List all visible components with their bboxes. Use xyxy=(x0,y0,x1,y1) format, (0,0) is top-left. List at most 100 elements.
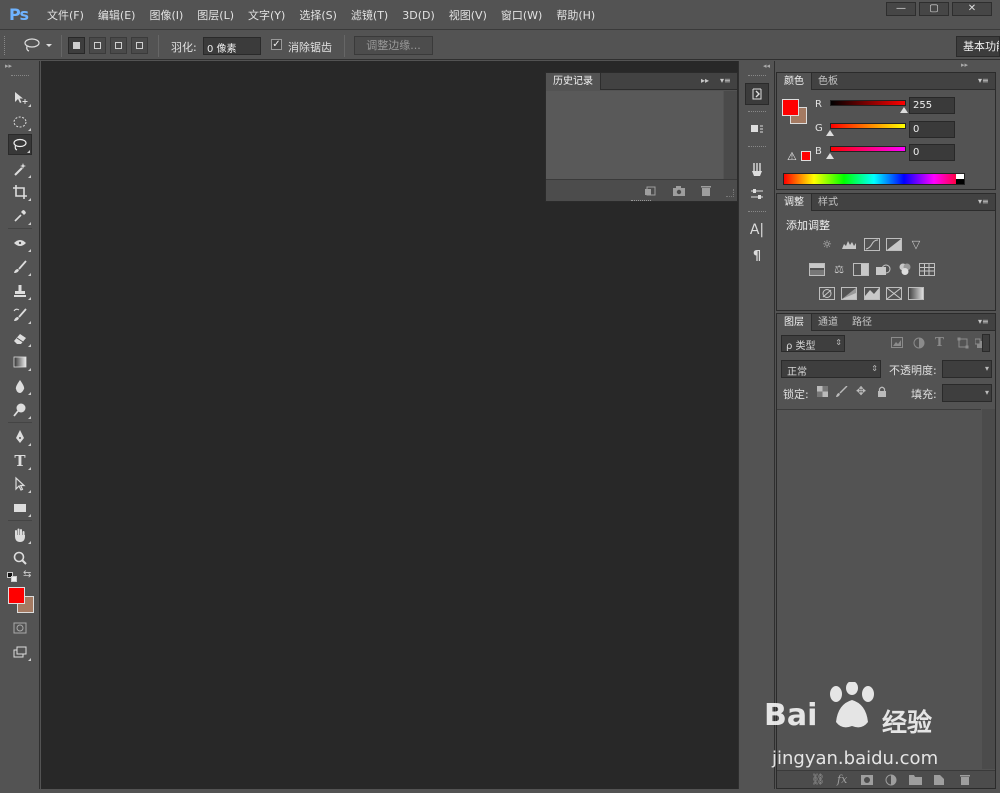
refine-edge-button[interactable]: 调整边缘... xyxy=(354,36,433,55)
levels-icon[interactable] xyxy=(841,238,857,251)
panel-foreground-color-swatch[interactable] xyxy=(782,99,799,116)
pixel-layer-filter-icon[interactable] xyxy=(891,337,903,348)
layer-filter-toggle[interactable] xyxy=(982,334,990,352)
posterize-icon[interactable] xyxy=(841,287,857,300)
screen-mode-button[interactable] xyxy=(8,641,32,662)
lock-image-pixels-icon[interactable] xyxy=(836,386,848,397)
healing-tool[interactable] xyxy=(8,232,32,253)
curves-icon[interactable] xyxy=(864,238,880,251)
color-panel-menu-icon[interactable]: ▾≡ xyxy=(978,76,989,85)
dock-brush-settings-button[interactable] xyxy=(745,183,769,205)
color-lookup-icon[interactable] xyxy=(919,263,935,276)
dropdown-arrow-icon[interactable]: ▾ xyxy=(985,388,989,397)
dock-paragraph-button[interactable]: ¶ xyxy=(745,245,769,267)
move-tool[interactable] xyxy=(8,87,32,108)
dock-character-button[interactable]: A| xyxy=(745,219,769,241)
close-button[interactable]: ✕ xyxy=(952,2,992,16)
dock-history-button[interactable] xyxy=(745,83,769,105)
toolbar-grip[interactable] xyxy=(11,75,29,77)
layers-panel-menu-icon[interactable]: ▾≡ xyxy=(978,317,989,326)
hand-tool[interactable] xyxy=(8,524,32,545)
lasso-tool[interactable] xyxy=(8,134,32,155)
vibrance-icon[interactable]: ▽ xyxy=(908,238,924,251)
blur-tool[interactable] xyxy=(8,375,32,396)
swap-colors-icon[interactable]: ⇆ xyxy=(23,569,31,580)
type-tool[interactable]: T xyxy=(8,450,32,471)
layers-scrollbar[interactable] xyxy=(982,409,995,769)
exposure-icon[interactable] xyxy=(886,238,902,251)
menu-3d[interactable]: 3D(D) xyxy=(395,9,442,22)
tab-layers[interactable]: 图层 xyxy=(777,314,812,331)
menu-view[interactable]: 视图(V) xyxy=(442,7,494,23)
history-list[interactable] xyxy=(546,91,723,179)
lock-position-icon[interactable]: ✥ xyxy=(856,384,866,398)
delete-layer-icon[interactable] xyxy=(959,774,971,786)
workspace-switcher[interactable]: 基本功能 xyxy=(956,36,1000,57)
tab-channels[interactable]: 通道 xyxy=(811,314,845,331)
color-balance-icon[interactable]: ⚖ xyxy=(831,263,847,276)
type-layer-filter-icon[interactable]: T xyxy=(935,335,944,349)
dropdown-arrow-icon[interactable]: ▾ xyxy=(985,364,989,373)
snapshot-icon[interactable] xyxy=(672,185,686,197)
shape-tool[interactable] xyxy=(8,497,32,518)
tab-history[interactable]: 历史记录 xyxy=(546,73,601,90)
foreground-color-swatch[interactable] xyxy=(8,587,25,604)
eraser-tool[interactable] xyxy=(8,327,32,348)
selective-color-icon[interactable] xyxy=(886,287,902,300)
history-bottom-grip[interactable] xyxy=(631,200,651,202)
tab-color[interactable]: 颜色 xyxy=(777,73,812,90)
adjustment-layer-icon[interactable] xyxy=(885,774,897,786)
history-collapse-icon[interactable]: ▸▸ xyxy=(701,76,709,85)
marquee-tool[interactable] xyxy=(8,111,32,132)
gamut-warning-swatch[interactable] xyxy=(801,151,811,161)
stamp-tool[interactable] xyxy=(8,280,32,301)
eyedropper-tool[interactable] xyxy=(8,205,32,226)
add-to-selection-button[interactable] xyxy=(89,37,106,54)
history-brush-tool[interactable] xyxy=(8,304,32,325)
new-layer-icon[interactable] xyxy=(933,774,945,786)
gradient-map-icon[interactable] xyxy=(908,287,924,300)
tab-paths[interactable]: 路径 xyxy=(845,314,879,331)
dodge-tool[interactable] xyxy=(8,399,32,420)
menu-edit[interactable]: 编辑(E) xyxy=(91,7,143,23)
shape-layer-filter-icon[interactable] xyxy=(957,337,969,349)
zoom-tool[interactable] xyxy=(8,547,32,568)
dock-properties-button[interactable] xyxy=(745,118,769,140)
blue-value-input[interactable]: 0 xyxy=(909,144,955,161)
photo-filter-icon[interactable] xyxy=(875,263,891,276)
toolbar-collapse-icon[interactable]: ▸▸ xyxy=(5,62,12,70)
magic-wand-tool[interactable] xyxy=(8,158,32,179)
dock-grip[interactable] xyxy=(748,75,766,76)
new-selection-button[interactable] xyxy=(68,37,85,54)
default-colors-icon[interactable] xyxy=(7,572,18,583)
history-resize-grip[interactable] xyxy=(726,189,734,197)
layer-filter-kind-select[interactable]: ρ 类型 ⇕ xyxy=(781,335,845,352)
brush-tool[interactable] xyxy=(8,256,32,277)
blue-slider-thumb[interactable] xyxy=(826,153,834,159)
pen-tool[interactable] xyxy=(8,426,32,447)
green-channel-slider[interactable] xyxy=(830,123,906,129)
options-bar-grip[interactable] xyxy=(4,36,7,55)
out-of-gamut-warning-icon[interactable]: ⚠ xyxy=(787,150,797,163)
antialias-checkbox[interactable]: ✓ xyxy=(271,39,282,50)
lock-all-icon[interactable] xyxy=(877,386,887,398)
tab-styles[interactable]: 样式 xyxy=(811,194,845,211)
minimize-button[interactable]: — xyxy=(886,2,916,16)
menu-select[interactable]: 选择(S) xyxy=(292,7,344,23)
trash-icon[interactable] xyxy=(700,185,712,197)
menu-image[interactable]: 图像(I) xyxy=(142,7,190,23)
blue-channel-slider[interactable] xyxy=(830,146,906,152)
dock-brush-presets-button[interactable] xyxy=(745,158,769,180)
gradient-tool[interactable] xyxy=(8,351,32,372)
color-spectrum-ramp[interactable] xyxy=(783,173,965,185)
fill-input[interactable]: ▾ xyxy=(942,384,992,402)
tab-swatches[interactable]: 色板 xyxy=(811,73,845,90)
new-group-icon[interactable] xyxy=(909,774,922,785)
adjustments-panel-menu-icon[interactable]: ▾≡ xyxy=(978,197,989,206)
subtract-from-selection-button[interactable] xyxy=(110,37,127,54)
lock-transparent-pixels-icon[interactable] xyxy=(817,386,828,397)
add-mask-icon[interactable] xyxy=(861,775,873,785)
red-value-input[interactable]: 255 xyxy=(909,97,955,114)
tool-preset-picker[interactable] xyxy=(22,35,56,55)
menu-help[interactable]: 帮助(H) xyxy=(549,7,602,23)
